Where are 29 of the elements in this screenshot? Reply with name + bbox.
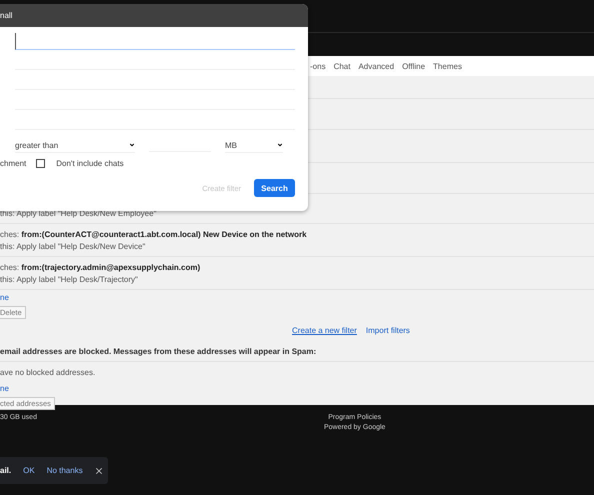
checkbox[interactable] [36, 159, 46, 168]
size-unit-select[interactable]: MB [225, 138, 283, 153]
attachment-label: chment [0, 159, 26, 168]
filter-criteria: ches: from:(trajectory.admin@apexsupplychain.com) [0, 263, 202, 273]
caret-icon [129, 142, 135, 148]
import-filters-link[interactable]: Import filters [366, 326, 410, 335]
filter-criteria: ches: from:(CounterACT@counteract1.abt.com.local) New Device on the network [0, 230, 308, 240]
filter-action: this: Apply label "Help Desk/New Device" [0, 242, 146, 252]
settings-tab[interactable]: Advanced [358, 62, 394, 70]
input-field[interactable] [15, 33, 295, 50]
no-thanks-button[interactable]: No thanks [46, 466, 83, 475]
snackbar-message: ail. [0, 466, 12, 475]
filter-action: this: Apply label "Help Desk/Trajectory" [0, 275, 139, 285]
blocked-empty-text: ave no blocked addresses. [0, 368, 96, 378]
create-filter-link[interactable]: Create a new filter [292, 326, 357, 335]
blocked-heading: email addresses are blocked. Messages from these addresses will appear in Spam: [0, 335, 594, 362]
settings-tab[interactable]: Chat [334, 62, 350, 70]
caret-icon [277, 142, 283, 148]
settings-tab[interactable]: Offline [402, 62, 426, 70]
checkbox-label: Don't include chats [56, 159, 124, 168]
settings-tab[interactable]: -ons [310, 62, 326, 70]
close-icon[interactable] [94, 466, 104, 476]
ok-button[interactable]: OK [23, 466, 35, 475]
settings-tab[interactable]: Themes [433, 62, 462, 70]
size-comparator-select[interactable]: greater than [15, 138, 135, 153]
search-button[interactable]: Search [254, 179, 295, 197]
dialog-title: nall [0, 11, 12, 20]
select-link[interactable]: ne [0, 384, 9, 393]
select-link[interactable]: ne [0, 293, 9, 302]
